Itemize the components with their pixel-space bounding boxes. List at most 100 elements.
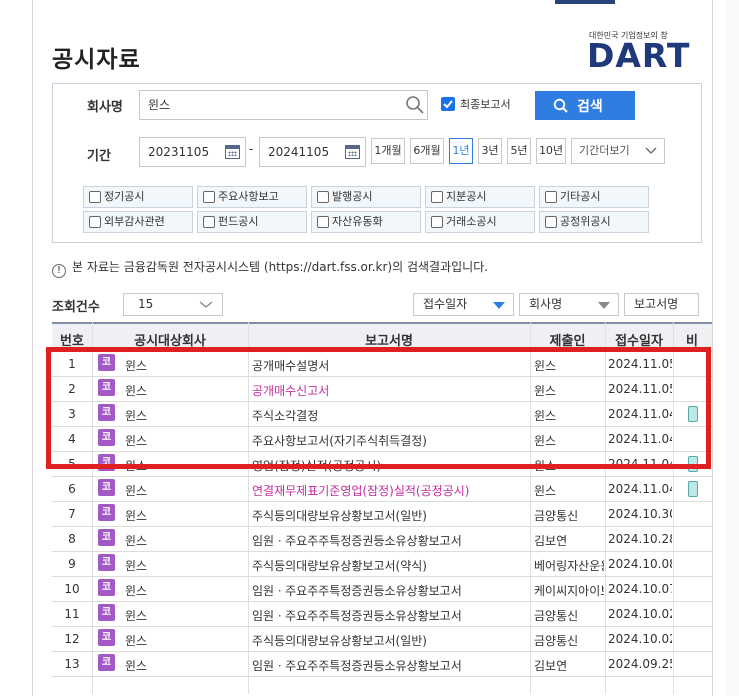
- chevron-down-icon: [645, 147, 657, 154]
- search-panel: 회사명 윈스 최종보고서 검색 기간 20231105 - 20241105 1…: [52, 83, 702, 243]
- receipt-date: 2024.10.07: [608, 582, 672, 596]
- category-label: 외부감사관련: [104, 215, 165, 228]
- company-link[interactable]: 윈스: [125, 557, 243, 574]
- table-row[interactable]: 11 코 윈스 임원ㆍ주요주주특정증권등소유상황보고서 금양통신 2024.10.02: [52, 602, 712, 627]
- period-1year-button[interactable]: 1년: [449, 138, 473, 164]
- corp-type-badge: 코: [98, 604, 115, 621]
- company-link[interactable]: 윈스: [125, 582, 243, 599]
- sort-label: 회사명: [529, 297, 563, 311]
- period-label: 기간: [87, 149, 111, 164]
- checkbox-icon[interactable]: [431, 191, 443, 203]
- report-link[interactable]: 임원ㆍ주요주주특정증권등소유상황보고서: [252, 532, 526, 549]
- corp-type-badge: 코: [98, 579, 115, 596]
- category-major-matters[interactable]: 주요사항보고: [197, 186, 307, 208]
- frame-right-border: [712, 0, 713, 696]
- submitter-name: 베어링자산운용: [534, 559, 604, 573]
- date-to-input[interactable]: 20241105: [259, 137, 366, 167]
- result-count-select[interactable]: 15: [123, 293, 223, 316]
- corp-type-badge: 코: [98, 629, 115, 646]
- table-row[interactable]: 12 코 윈스 주식등의대량보유상황보고서(일반) 금양통신 2024.10.02: [52, 627, 712, 652]
- table-row[interactable]: 6 코 윈스 연결재무제표기준영업(잠정)실적(공정공시) 윈스 2024.11.04: [52, 477, 712, 502]
- remark-tag-icon[interactable]: [688, 481, 698, 497]
- category-label: 자산유동화: [332, 215, 383, 228]
- category-label: 기타공시: [560, 190, 601, 203]
- top-accent-bar: [555, 0, 615, 4]
- category-ftc[interactable]: 공정위공시: [539, 211, 649, 233]
- report-link[interactable]: 주식등의대량보유상황보고서(일반): [252, 507, 526, 524]
- checkbox-icon[interactable]: [89, 216, 101, 228]
- period-3year-button[interactable]: 3년: [478, 138, 502, 164]
- receipt-date: 2024.10.08: [608, 557, 672, 571]
- table-row[interactable]: 8 코 윈스 임원ㆍ주요주주특정증권등소유상황보고서 김보연 2024.10.28: [52, 527, 712, 552]
- row-number: 10: [64, 582, 80, 596]
- scrollbar-track[interactable]: [725, 0, 739, 696]
- category-securitization[interactable]: 자산유동화: [311, 211, 421, 233]
- checkbox-icon[interactable]: [89, 191, 101, 203]
- report-link[interactable]: 임원ㆍ주요주주특정증권등소유상황보고서: [252, 657, 526, 674]
- receipt-date: 2024.09.25: [608, 657, 672, 671]
- company-link[interactable]: 윈스: [125, 632, 243, 649]
- category-fund[interactable]: 펀드공시: [197, 211, 307, 233]
- report-link[interactable]: 주식등의대량보유상황보고서(일반): [252, 632, 526, 649]
- row-number: 13: [64, 657, 80, 671]
- submitter-name: 김보연: [534, 659, 568, 673]
- checkbox-icon[interactable]: [317, 191, 329, 203]
- date-from-input[interactable]: 20231105: [139, 137, 246, 167]
- category-label: 공정위공시: [560, 215, 611, 228]
- more-period-select[interactable]: 기간더보기: [571, 138, 665, 164]
- period-10year-button[interactable]: 10년: [536, 138, 566, 164]
- report-link[interactable]: 연결재무제표기준영업(잠정)실적(공정공시): [252, 482, 526, 499]
- row-number: 11: [64, 607, 80, 621]
- report-link[interactable]: 임원ㆍ주요주주특정증권등소유상황보고서: [252, 582, 526, 599]
- dart-logo[interactable]: 대한민국 기업정보의 창 DART: [587, 30, 712, 74]
- checkbox-icon[interactable]: [203, 216, 215, 228]
- receipt-date: 2024.10.30: [608, 507, 672, 521]
- receipt-date: 2024.10.02: [608, 607, 672, 621]
- sort-by-company-button[interactable]: 회사명: [519, 293, 619, 316]
- table-row[interactable]: 9 코 윈스 주식등의대량보유상황보고서(약식) 베어링자산운용 2024.10.08: [52, 552, 712, 577]
- checkbox-icon[interactable]: [545, 216, 557, 228]
- company-link[interactable]: 윈스: [125, 532, 243, 549]
- company-label: 회사명: [87, 100, 123, 115]
- sort-by-report-button[interactable]: 보고서명: [624, 293, 699, 316]
- notice: ! 본 자료는 금융감독원 전자공시시스템 (https://dart.fss.o…: [52, 258, 488, 278]
- table-row[interactable]: 7 코 윈스 주식등의대량보유상황보고서(일반) 금양통신 2024.10.30: [52, 502, 712, 527]
- sort-by-date-button[interactable]: 접수일자: [413, 293, 514, 316]
- company-link[interactable]: 윈스: [125, 482, 243, 499]
- search-button-label: 검색: [577, 99, 603, 115]
- category-exchange[interactable]: 거래소공시: [425, 211, 535, 233]
- row-number: 7: [68, 507, 76, 521]
- report-link[interactable]: 임원ㆍ주요주주특정증권등소유상황보고서: [252, 607, 526, 624]
- company-link[interactable]: 윈스: [125, 507, 243, 524]
- company-link[interactable]: 윈스: [125, 607, 243, 624]
- period-6month-button[interactable]: 6개월: [410, 138, 444, 164]
- checkbox-icon[interactable]: [203, 191, 215, 203]
- row-number: 12: [64, 632, 80, 646]
- checkbox-icon[interactable]: [317, 216, 329, 228]
- period-1month-button[interactable]: 1개월: [371, 138, 405, 164]
- checkbox-icon[interactable]: [431, 216, 443, 228]
- magnifier-icon[interactable]: [405, 95, 425, 115]
- period-5year-button[interactable]: 5년: [507, 138, 531, 164]
- calendar-icon[interactable]: [225, 145, 240, 159]
- checkbox-icon[interactable]: [545, 191, 557, 203]
- receipt-date: 2024.10.28: [608, 532, 672, 546]
- category-equity[interactable]: 지분공시: [425, 186, 535, 208]
- final-report-checkbox[interactable]: [441, 97, 455, 111]
- row-number: 6: [68, 482, 76, 496]
- report-link[interactable]: 주식등의대량보유상황보고서(약식): [252, 557, 526, 574]
- company-search-input[interactable]: 윈스: [139, 90, 428, 120]
- category-external-audit[interactable]: 외부감사관련: [83, 211, 193, 233]
- info-icon: !: [52, 264, 66, 278]
- category-label: 정기공시: [104, 190, 145, 203]
- category-regular[interactable]: 정기공시: [83, 186, 193, 208]
- table-row[interactable]: 13 코 윈스 임원ㆍ주요주주특정증권등소유상황보고서 김보연 2024.09.25: [52, 652, 712, 677]
- company-link[interactable]: 윈스: [125, 657, 243, 674]
- category-issuance[interactable]: 발행공시: [311, 186, 421, 208]
- category-other[interactable]: 기타공시: [539, 186, 649, 208]
- sort-label: 보고서명: [634, 297, 679, 311]
- calendar-icon[interactable]: [345, 145, 360, 159]
- row-number: 9: [68, 557, 76, 571]
- table-row[interactable]: 10 코 윈스 임원ㆍ주요주주특정증권등소유상황보고서 케이씨지아이브... 2024.1…: [52, 577, 712, 602]
- search-button[interactable]: 검색: [535, 91, 635, 120]
